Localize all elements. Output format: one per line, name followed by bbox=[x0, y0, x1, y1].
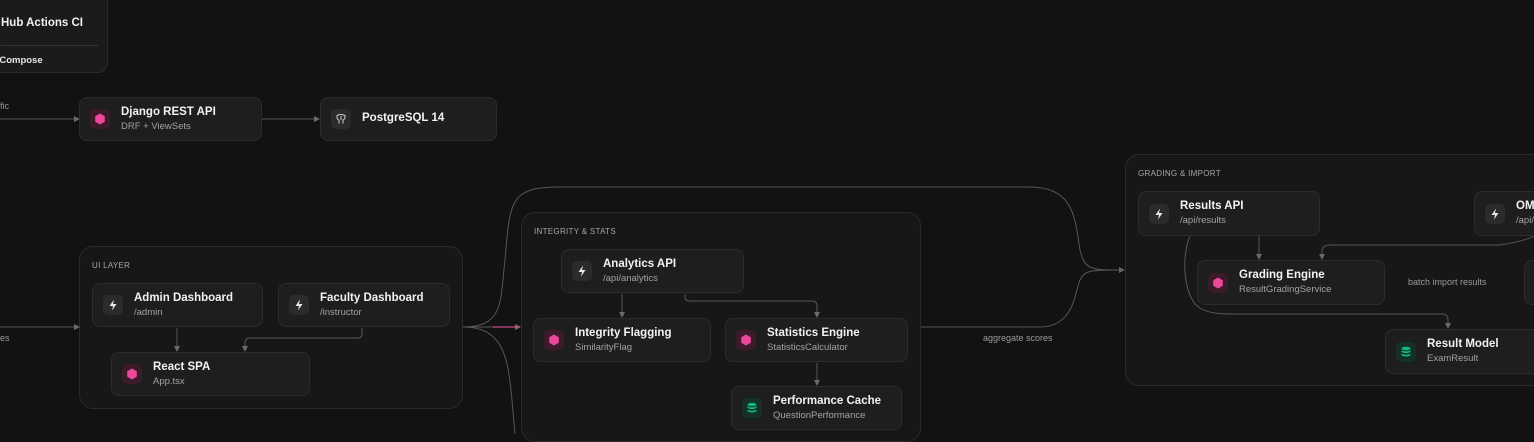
edge-faculty-to-react bbox=[242, 328, 363, 352]
node-result-model-subtitle: ExamResult bbox=[1427, 353, 1479, 365]
bolt-icon bbox=[1485, 203, 1505, 224]
node-integrity-flagging[interactable]: Integrity Flagging SimilarityFlag bbox=[533, 318, 711, 362]
node-results-api-subtitle: /api/results bbox=[1180, 215, 1226, 227]
hexagon-icon bbox=[90, 109, 110, 129]
node-omr-api-title: OM bbox=[1516, 200, 1534, 213]
node-grading-engine-subtitle: ResultGradingService bbox=[1239, 284, 1332, 296]
bolt-icon bbox=[103, 295, 123, 315]
node-result-model-title: Result Model bbox=[1427, 338, 1499, 351]
node-integrity-flagging-title: Integrity Flagging bbox=[575, 326, 672, 339]
node-offscreen[interactable] bbox=[1524, 260, 1534, 305]
node-admin-dashboard-title: Admin Dashboard bbox=[134, 291, 234, 304]
database-icon bbox=[742, 398, 762, 418]
node-statistics-engine-subtitle: StatisticsCalculator bbox=[767, 341, 848, 353]
hexagon-icon bbox=[1208, 272, 1228, 293]
edge-label-batch-import: batch import results bbox=[1408, 277, 1487, 287]
node-django-api[interactable]: Django REST API DRF + ViewSets bbox=[79, 97, 262, 141]
node-analytics-api-subtitle: /api/analytics bbox=[603, 272, 658, 284]
node-performance-cache[interactable]: Performance Cache QuestionPerformance bbox=[731, 386, 902, 430]
node-statistics-engine[interactable]: Statistics Engine StatisticsCalculator bbox=[725, 318, 908, 362]
node-django-api-subtitle: DRF + ViewSets bbox=[121, 120, 191, 132]
bolt-icon bbox=[1149, 203, 1169, 224]
edge-aggregate-scores bbox=[921, 269, 1125, 328]
bolt-icon bbox=[572, 261, 592, 281]
node-statistics-engine-title: Statistics Engine bbox=[767, 326, 860, 339]
node-admin-dashboard[interactable]: Admin Dashboard /admin bbox=[92, 283, 263, 327]
node-react-spa-title: React SPA bbox=[153, 360, 211, 373]
node-faculty-dashboard-subtitle: /instructor bbox=[320, 306, 362, 318]
bolt-icon bbox=[289, 295, 309, 315]
edge-label-traffic: fic bbox=[0, 101, 9, 111]
elephant-icon bbox=[331, 109, 351, 129]
node-admin-dashboard-subtitle: /admin bbox=[134, 306, 163, 318]
node-performance-cache-title: Performance Cache bbox=[773, 394, 882, 407]
database-icon bbox=[1396, 341, 1416, 362]
node-result-model[interactable]: Result Model ExamResult bbox=[1385, 329, 1534, 374]
node-postgres-title: PostgreSQL 14 bbox=[362, 112, 445, 125]
edge-ui-to-below bbox=[462, 326, 516, 434]
node-performance-cache-subtitle: QuestionPerformance bbox=[773, 409, 866, 421]
node-integrity-flagging-subtitle: SimilarityFlag bbox=[575, 341, 633, 353]
node-react-spa[interactable]: React SPA App.tsx bbox=[111, 352, 310, 396]
node-results-api-title: Results API bbox=[1180, 200, 1244, 213]
node-faculty-dashboard[interactable]: Faculty Dashboard /instructor bbox=[278, 283, 450, 327]
edge-label-aggregate-scores: aggregate scores bbox=[983, 333, 1053, 343]
edge-omr-to-grading bbox=[1319, 235, 1534, 260]
node-grading-engine-title: Grading Engine bbox=[1239, 269, 1325, 282]
node-analytics-api[interactable]: Analytics API /api/analytics bbox=[561, 249, 744, 293]
hexagon-icon bbox=[544, 330, 564, 350]
edge-analytics-to-stats bbox=[684, 294, 820, 318]
node-react-spa-subtitle: App.tsx bbox=[153, 375, 185, 387]
node-analytics-api-title: Analytics API bbox=[603, 257, 677, 270]
node-postgres[interactable]: PostgreSQL 14 bbox=[320, 97, 497, 141]
node-omr-api-subtitle: /api/ bbox=[1516, 215, 1534, 227]
hexagon-icon bbox=[736, 330, 756, 350]
node-omr-api[interactable]: OM /api/ bbox=[1474, 191, 1534, 236]
node-faculty-dashboard-title: Faculty Dashboard bbox=[320, 291, 424, 304]
node-results-api[interactable]: Results API /api/results bbox=[1138, 191, 1320, 236]
hexagon-icon bbox=[122, 364, 142, 384]
node-django-api-title: Django REST API bbox=[121, 105, 216, 118]
node-grading-engine[interactable]: Grading Engine ResultGradingService bbox=[1197, 260, 1385, 305]
edge-label-routes: es bbox=[0, 333, 10, 343]
